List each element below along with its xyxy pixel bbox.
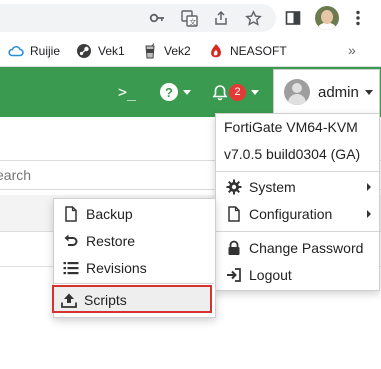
help-button[interactable]: ? <box>160 67 191 117</box>
bookmark-ruijie[interactable]: Ruijie <box>8 43 60 59</box>
undo-icon <box>63 233 79 249</box>
upload-icon <box>61 292 77 308</box>
list-icon <box>63 260 79 276</box>
chevron-right-icon <box>367 210 371 218</box>
bookmarks-bar: Ruijie Vek1 Vek2 NEASOFT <box>0 36 381 67</box>
user-avatar-icon <box>284 79 310 105</box>
menu-item-label: Change Password <box>249 240 364 256</box>
menu-item-label: Revisions <box>86 259 147 276</box>
bookmark-label: Ruijie <box>30 44 61 58</box>
search-input[interactable] <box>0 161 210 189</box>
help-glyph: ? <box>165 84 173 100</box>
menu-item-label: Restore <box>86 232 136 249</box>
menu-item-label: System <box>249 179 296 195</box>
bookmark-label: NEASOFT <box>230 44 287 58</box>
menu-item-revisions[interactable]: Revisions <box>54 254 215 281</box>
menu-divider <box>216 171 379 172</box>
chevron-down-icon <box>251 89 259 95</box>
menu-item-change-password[interactable]: Change Password <box>216 235 379 261</box>
translate-icon[interactable]: 文 <box>180 9 198 27</box>
cli-console-button[interactable]: >_ <box>118 67 136 117</box>
firmware-version: v7.0.5 build0304 (GA) <box>224 146 361 162</box>
terminal-icon: >_ <box>118 83 137 101</box>
bookmark-vek1[interactable]: Vek1 <box>76 43 125 59</box>
neasoft-logo-icon <box>208 43 224 59</box>
menu-item-configuration[interactable]: Configuration <box>216 201 379 227</box>
sidebar-icon[interactable] <box>284 9 302 27</box>
menu-item-label: Configuration <box>249 206 333 222</box>
admin-label: admin <box>318 83 359 101</box>
menu-item-label: Scripts <box>84 291 127 308</box>
bookmarks-overflow-button[interactable]: » <box>348 42 356 58</box>
kebab-menu-icon[interactable] <box>349 9 367 27</box>
menu-item-scripts[interactable]: Scripts <box>52 286 212 313</box>
cloud-icon <box>8 43 24 59</box>
admin-dropdown-menu: FortiGate VM64-KVM v7.0.5 build0304 (GA)… <box>215 113 380 291</box>
bookmark-label: Vek2 <box>164 44 191 58</box>
bookmark-vek2[interactable]: Vek2 <box>142 43 191 59</box>
menu-item-logout[interactable]: Logout <box>216 262 379 288</box>
menu-divider <box>216 231 379 232</box>
menu-item-label: Logout <box>249 267 292 283</box>
chevron-down-icon <box>183 89 191 95</box>
star-icon[interactable] <box>244 9 262 27</box>
admin-account-button[interactable]: admin <box>273 69 380 115</box>
notification-count-badge: 2 <box>229 83 246 101</box>
browser-toolbar: 文 <box>0 0 381 36</box>
svg-text:文: 文 <box>189 17 196 26</box>
help-icon: ? <box>160 83 178 101</box>
menu-divider <box>54 283 214 284</box>
chevron-down-icon <box>364 89 373 95</box>
chevron-right-icon <box>367 183 371 191</box>
bookmark-neasoft[interactable]: NEASOFT <box>208 43 287 59</box>
key-icon[interactable] <box>148 9 166 27</box>
product-name: FortiGate VM64-KVM <box>224 119 358 135</box>
bookmark-label: Vek1 <box>98 44 125 58</box>
drink-icon <box>142 43 158 59</box>
lock-icon <box>226 240 242 256</box>
steam-icon <box>76 43 92 59</box>
document-icon <box>226 206 242 222</box>
share-icon[interactable] <box>212 9 230 27</box>
bell-icon <box>212 84 228 101</box>
notifications-button[interactable]: 2 <box>212 67 259 117</box>
menu-item-system[interactable]: System <box>216 174 379 200</box>
gear-icon <box>226 179 242 195</box>
menu-item-backup[interactable]: Backup <box>54 200 215 227</box>
logout-icon <box>226 267 242 283</box>
menu-item-label: Backup <box>86 205 133 222</box>
menu-item-restore[interactable]: Restore <box>54 227 215 254</box>
document-icon <box>63 205 79 222</box>
profile-avatar[interactable] <box>315 6 339 30</box>
address-bar[interactable] <box>0 4 276 32</box>
